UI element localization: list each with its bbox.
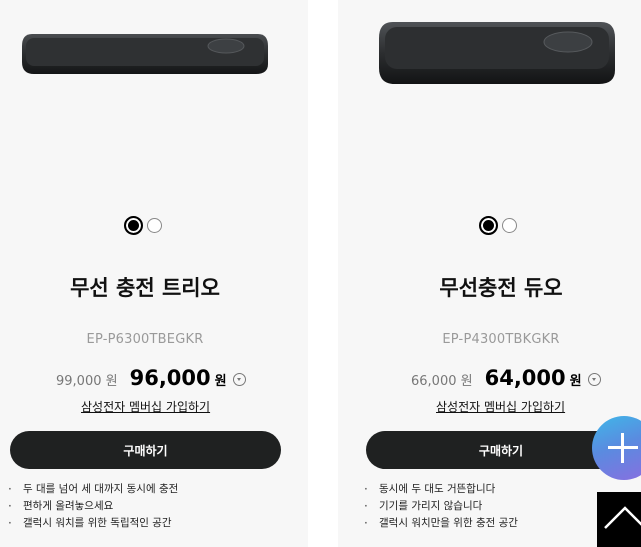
list-item: 편하게 올려놓으세요 xyxy=(8,498,178,515)
product-image-trio[interactable] xyxy=(22,30,268,78)
membership-link[interactable]: 삼성전자 멤버십 가입하기 xyxy=(436,398,565,415)
price-row: 66,000 원 64,000 원 xyxy=(411,366,601,390)
color-swatches xyxy=(479,216,517,235)
price-info-icon[interactable] xyxy=(232,373,246,386)
sale-price: 64,000 xyxy=(484,366,566,390)
product-title: 무선 충전 트리오 xyxy=(70,276,220,300)
product-image-duo[interactable] xyxy=(379,20,615,88)
list-item: 갤럭시 워치만을 위한 충전 공간 xyxy=(364,515,518,532)
list-item: 동시에 두 대도 거뜬합니다 xyxy=(364,481,518,498)
list-item: 기기를 가리지 않습니다 xyxy=(364,498,518,515)
swatch-white[interactable] xyxy=(502,218,517,233)
color-swatches xyxy=(124,216,162,235)
swatch-black[interactable] xyxy=(479,216,498,235)
original-price: 99,000 원 xyxy=(56,374,118,389)
list-item: 갤럭시 워치를 위한 독립적인 공간 xyxy=(8,515,178,532)
swatch-black[interactable] xyxy=(124,216,143,235)
price-info-icon[interactable] xyxy=(587,373,601,386)
chevron-up-icon xyxy=(604,506,641,529)
membership-link[interactable]: 삼성전자 멤버십 가입하기 xyxy=(81,398,210,415)
list-item: 두 대를 넘어 세 대까지 동시에 충전 xyxy=(8,481,178,498)
currency-label: 원 xyxy=(569,374,582,389)
product-sku: EP-P4300TBKGKR xyxy=(442,332,560,347)
product-card-trio: 무선 충전 트리오 EP-P6300TBEGKR 99,000 원 96,000… xyxy=(0,0,308,547)
product-title: 무선충전 듀오 xyxy=(439,276,563,300)
price-row: 99,000 원 96,000 원 xyxy=(56,366,246,390)
feature-list: 두 대를 넘어 세 대까지 동시에 충전 편하게 올려놓으세요 갤럭시 워치를 … xyxy=(8,481,178,532)
swatch-white[interactable] xyxy=(147,218,162,233)
scroll-top-button[interactable] xyxy=(597,492,641,547)
product-sku: EP-P6300TBEGKR xyxy=(86,332,204,347)
feature-list: 동시에 두 대도 거뜬합니다 기기를 가리지 않습니다 갤럭시 워치만을 위한 … xyxy=(364,481,518,532)
original-price: 66,000 원 xyxy=(411,374,473,389)
currency-label: 원 xyxy=(214,374,227,389)
buy-button[interactable]: 구매하기 xyxy=(10,431,281,469)
sale-price: 96,000 xyxy=(129,366,211,390)
